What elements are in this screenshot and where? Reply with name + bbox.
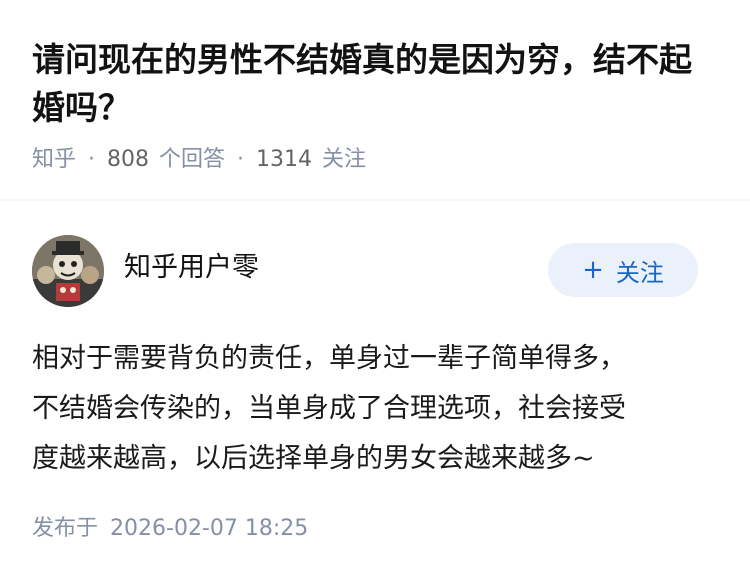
answer-footer: 发布于 2026-02-07 18:25 [32,512,308,546]
avatar-image [32,235,104,307]
answer-content[interactable]: 相对于需要背负的责任，单身过一辈子简单得多， 不结婚会传染的，当单身成了合理选项… [32,334,722,484]
answer-paragraph: 度越来越高，以后选择单身的男女会越来越多~ [32,443,595,474]
follower-count-unit: 关注 [322,147,367,172]
question-meta: 知乎 · 808 个回答 · 1314 关注 [32,143,366,177]
answer-paragraph: 相对于需要背负的责任，单身过一辈子简单得多， [32,343,626,374]
author-row: 知乎用户零 + 关注 [0,230,750,310]
separator-dot: · [237,147,245,172]
author-name[interactable]: 知乎用户零 [124,248,259,288]
published-time: 2026-02-07 18:25 [110,516,309,541]
question-title[interactable]: 请问现在的男性不结婚真的是因为穷，结不起婚吗？ [32,36,722,132]
avatar[interactable] [32,235,104,307]
published-label: 发布于 [32,516,99,541]
follower-count: 1314 [256,147,313,172]
answer-page: 请问现在的男性不结婚真的是因为穷，结不起婚吗？ 知乎 · 808 个回答 · 1314 关注 [0,0,750,580]
plus-icon: + [582,255,604,285]
source-label[interactable]: 知乎 [32,147,76,172]
answer-count-unit: 个回答 [159,147,226,172]
question-header: 请问现在的男性不结婚真的是因为穷，结不起婚吗？ 知乎 · 808 个回答 · 1314 关注 [0,0,750,200]
answer-count: 808 [107,147,150,172]
follow-button[interactable]: + 关注 [548,243,698,297]
answer-paragraph: 不结婚会传染的，当单身成了合理选项，社会接受 [32,393,626,424]
separator-dot: · [88,147,96,172]
follow-button-label: 关注 [615,258,664,287]
section-divider [0,199,750,201]
